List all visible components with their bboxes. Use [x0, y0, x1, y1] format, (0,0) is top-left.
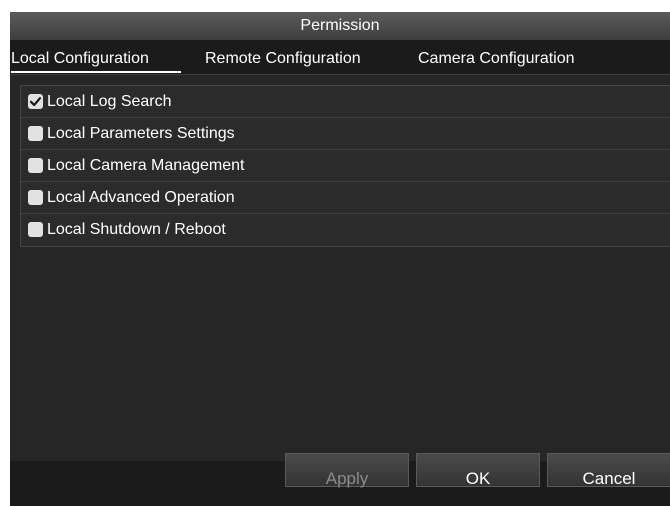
permission-label: Local Log Search [47, 93, 172, 110]
tab-bar: Local Configuration Remote Configuration… [10, 47, 670, 73]
checkbox-local-camera-management[interactable] [28, 158, 43, 173]
tab-remote-configuration[interactable]: Remote Configuration [205, 47, 361, 71]
permission-row-local-log-search[interactable]: Local Log Search [21, 86, 670, 118]
permission-row-local-parameters-settings[interactable]: Local Parameters Settings [21, 118, 670, 150]
dialog-title: Permission [10, 12, 670, 40]
checkbox-local-log-search[interactable] [28, 94, 43, 109]
permission-label: Local Advanced Operation [47, 189, 235, 206]
checkbox-local-parameters-settings[interactable] [28, 126, 43, 141]
permission-label: Local Shutdown / Reboot [47, 221, 226, 238]
permission-row-local-camera-management[interactable]: Local Camera Management [21, 150, 670, 182]
apply-button[interactable]: Apply [285, 453, 409, 488]
permission-row-local-advanced-operation[interactable]: Local Advanced Operation [21, 182, 670, 214]
tab-local-configuration[interactable]: Local Configuration [11, 47, 181, 73]
tab-content: Local Log Search Local Parameters Settin… [10, 75, 670, 461]
cancel-button[interactable]: Cancel [547, 453, 670, 488]
ok-button[interactable]: OK [416, 453, 540, 488]
permission-list: Local Log Search Local Parameters Settin… [20, 85, 670, 247]
checkbox-local-shutdown-reboot[interactable] [28, 222, 43, 237]
tab-camera-configuration[interactable]: Camera Configuration [418, 47, 575, 71]
checkmark-icon [29, 97, 42, 107]
permission-row-local-shutdown-reboot[interactable]: Local Shutdown / Reboot [21, 214, 670, 245]
permission-dialog: Permission Local Configuration Remote Co… [10, 12, 670, 506]
permission-label: Local Camera Management [47, 157, 245, 174]
permission-label: Local Parameters Settings [47, 125, 235, 142]
checkbox-local-advanced-operation[interactable] [28, 190, 43, 205]
